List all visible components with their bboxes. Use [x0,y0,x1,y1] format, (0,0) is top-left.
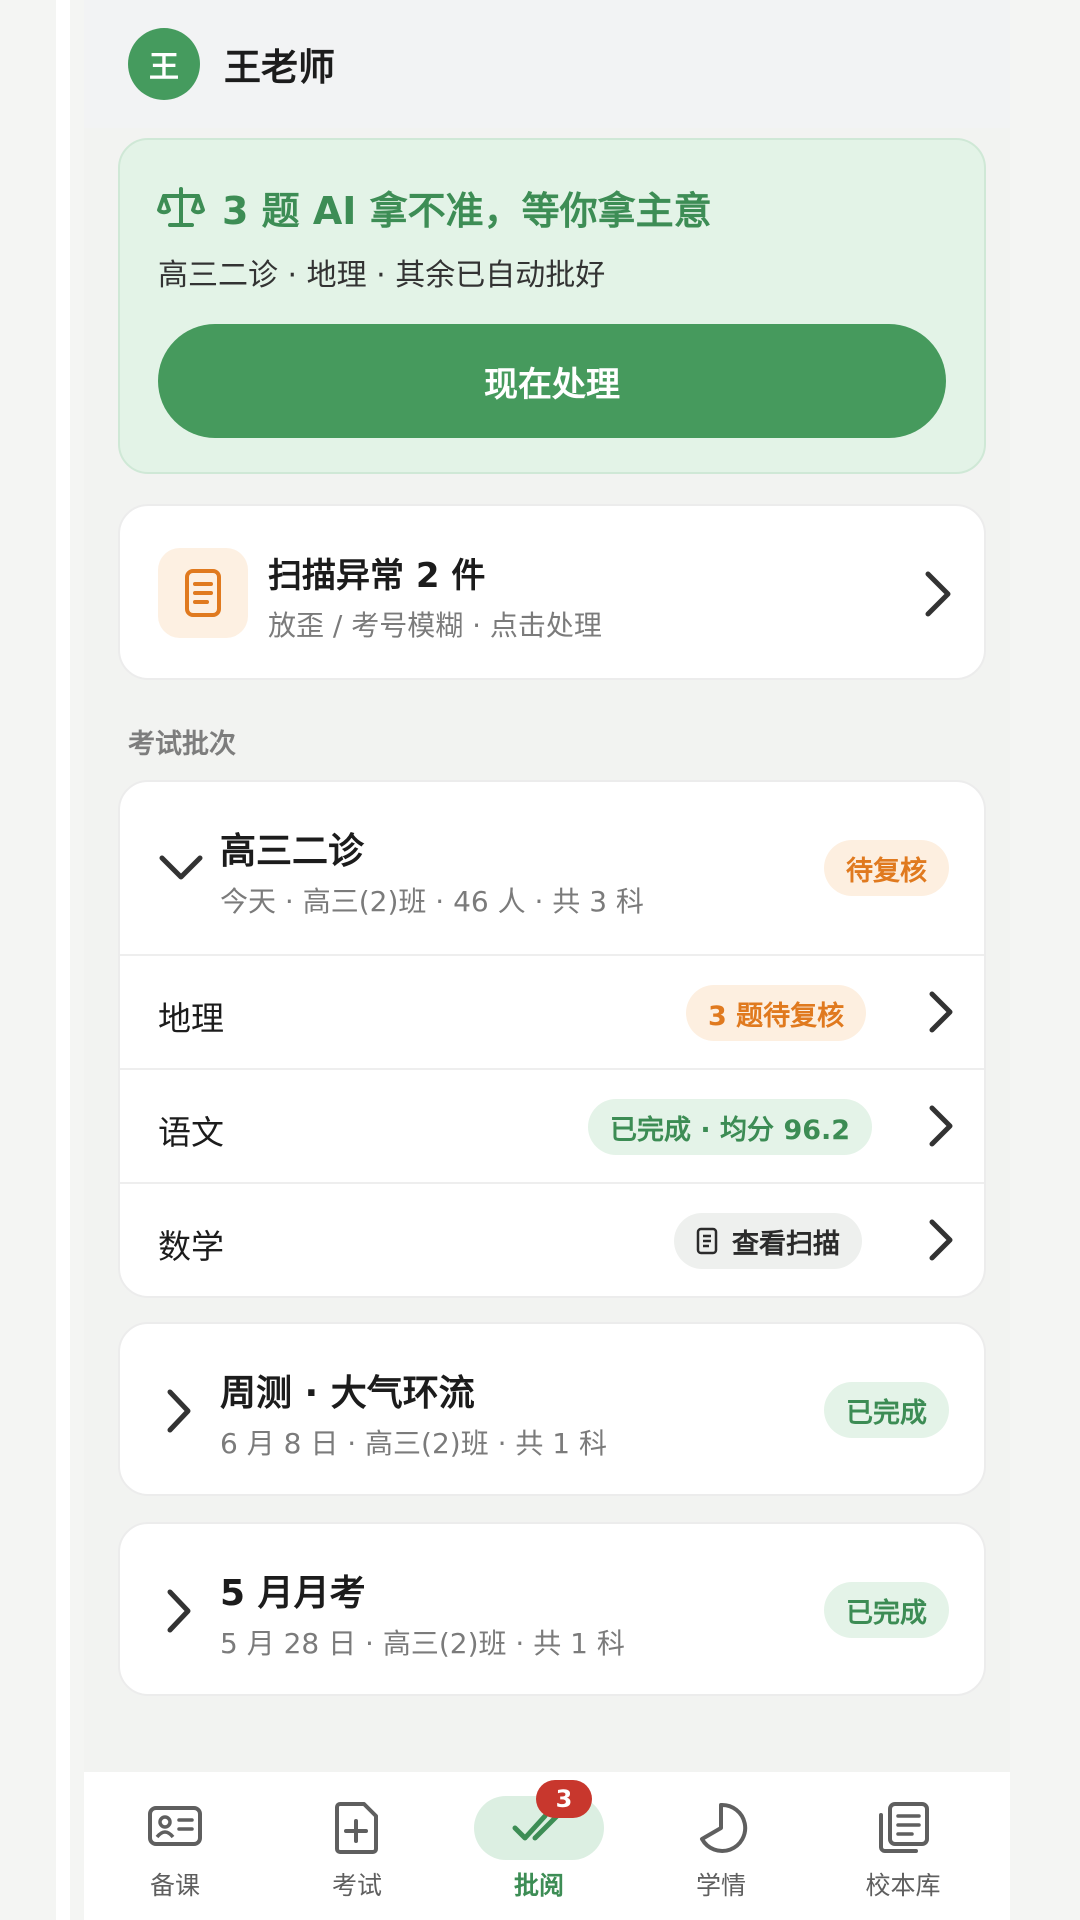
nav-item-analytics[interactable]: 学情 [630,1772,812,1920]
nav-label: 考试 [331,1871,382,1900]
nav-label: 学情 [695,1871,746,1900]
exam-group-card: 高三二诊 今天 · 高三(2)班 · 46 人 · 共 3 科 待复核 地理 3… [118,780,986,1298]
nav-label: 备课 [149,1871,200,1900]
subject-name: 地理 [158,999,224,1038]
chevron-right-icon[interactable] [164,1586,194,1636]
chevron-right-icon [929,1105,953,1147]
nav-item-review[interactable]: 3 批阅 [448,1772,630,1920]
subject-name: 语文 [158,1113,224,1152]
exam-card[interactable]: 周测 · 大气环流 6 月 8 日 · 高三(2)班 · 共 1 科 已完成 [118,1322,986,1496]
process-now-button[interactable]: 现在处理 [158,324,946,438]
view-scan-badge[interactable]: 查看扫描 [674,1213,862,1269]
scan-alert-subtitle: 放歪 / 考号模糊 · 点击处理 [268,609,602,642]
scale-icon [157,186,205,227]
chevron-right-icon [925,571,951,617]
subject-name: 数学 [158,1227,224,1266]
avatar[interactable]: 王 [128,28,200,100]
chevron-right-icon [929,1219,953,1261]
library-icon [879,1802,929,1853]
pie-chart-icon [700,1802,748,1853]
notification-badge: 3 [536,1780,592,1818]
document-icon [696,1227,718,1255]
nav-item-library[interactable]: 校本库 [812,1772,994,1920]
nav-item-prep[interactable]: 备课 [84,1772,266,1920]
ai-banner-subtitle: 高三二诊 · 地理 · 其余已自动批好 [158,258,606,293]
subject-badge: 已完成 · 均分 96.2 [588,1099,873,1155]
nav-item-exam[interactable]: 考试 [266,1772,448,1920]
exam-title: 周测 · 大气环流 [220,1373,475,1414]
exam-title: 5 月月考 [220,1573,366,1614]
user-name: 王老师 [224,46,335,89]
document-icon [185,569,221,617]
exam-group-title: 高三二诊 [220,831,365,872]
chevron-down-icon[interactable] [156,850,206,884]
ai-banner-title: 3 题 AI 拿不准，等你拿主意 [222,189,712,233]
nav-label: 校本库 [865,1871,941,1900]
subject-row-math[interactable]: 数学 查看扫描 [120,1184,984,1296]
right-margin [1010,0,1080,1920]
chevron-right-icon[interactable] [164,1386,194,1436]
status-badge: 待复核 [824,840,949,896]
scan-alert-title: 扫描异常 2 件 [268,556,486,596]
nav-label: 批阅 [513,1871,564,1900]
bottom-nav: 备课 考试 3 批阅 学情 校本库 [84,1772,1010,1920]
view-scan-label: 查看扫描 [732,1228,840,1260]
scan-icon-box [158,548,248,638]
id-card-icon [148,1806,202,1846]
exam-subtitle: 5 月 28 日 · 高三(2)班 · 共 1 科 [220,1627,625,1660]
subject-badge: 3 题待复核 [686,985,867,1041]
section-label-exam-batches: 考试批次 [128,729,236,760]
ai-banner-title-row: 3 题 AI 拿不准，等你拿主意 [156,180,712,235]
status-badge: 已完成 [824,1582,949,1638]
status-badge: 已完成 [824,1382,949,1438]
exam-group-header[interactable]: 高三二诊 今天 · 高三(2)班 · 46 人 · 共 3 科 待复核 [120,782,984,956]
top-header: 王 王老师 [84,0,1010,128]
app-screen: 王 王老师 3 题 AI 拿不准，等你拿主意 高三二诊 · 地理 · 其余已自动… [84,0,1010,1920]
exam-group-subtitle: 今天 · 高三(2)班 · 46 人 · 共 3 科 [220,885,644,918]
subject-row-geography[interactable]: 地理 3 题待复核 [120,956,984,1070]
exam-subtitle: 6 月 8 日 · 高三(2)班 · 共 1 科 [220,1427,608,1460]
subject-row-chinese[interactable]: 语文 已完成 · 均分 96.2 [120,1070,984,1184]
scan-alert-card[interactable]: 扫描异常 2 件 放歪 / 考号模糊 · 点击处理 [118,504,986,680]
left-margin [0,0,70,1920]
chevron-right-icon [929,991,953,1033]
ai-review-banner: 3 题 AI 拿不准，等你拿主意 高三二诊 · 地理 · 其余已自动批好 现在处… [118,138,986,474]
exam-card[interactable]: 5 月月考 5 月 28 日 · 高三(2)班 · 共 1 科 已完成 [118,1522,986,1696]
add-file-icon [335,1802,378,1854]
